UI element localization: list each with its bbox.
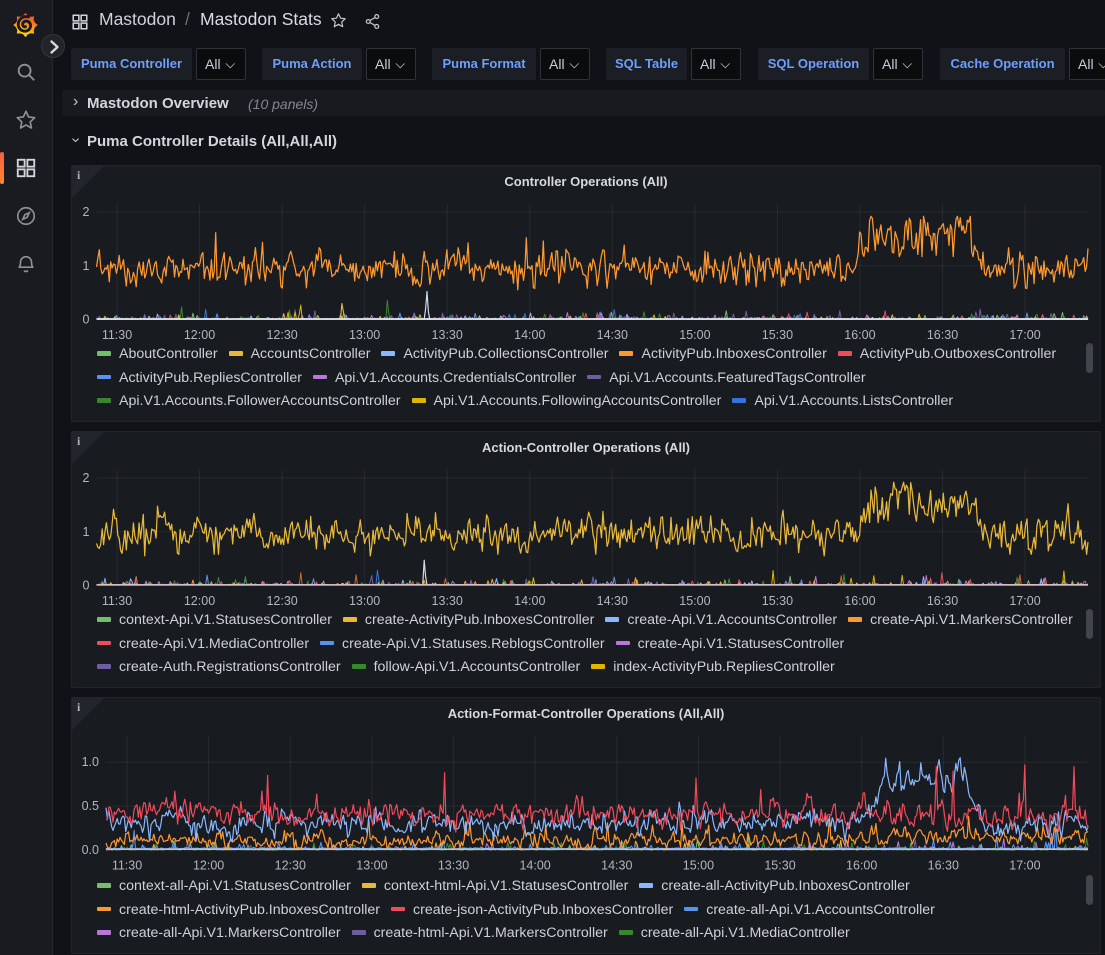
svg-text:0.5: 0.5 (82, 799, 99, 813)
svg-text:17:00: 17:00 (1009, 594, 1040, 608)
svg-text:2: 2 (83, 205, 90, 219)
svg-text:16:30: 16:30 (927, 594, 958, 608)
svg-text:14:30: 14:30 (597, 594, 628, 608)
svg-text:12:00: 12:00 (184, 328, 215, 342)
svg-text:14:00: 14:00 (519, 859, 550, 873)
svg-text:14:00: 14:00 (514, 328, 545, 342)
svg-text:15:30: 15:30 (762, 328, 793, 342)
svg-text:0: 0 (83, 313, 90, 327)
svg-text:17:00: 17:00 (1009, 859, 1040, 873)
svg-text:12:30: 12:30 (266, 594, 297, 608)
svg-text:13:30: 13:30 (438, 859, 469, 873)
svg-text:15:00: 15:00 (683, 859, 714, 873)
svg-text:2: 2 (83, 471, 90, 485)
svg-text:0.0: 0.0 (82, 843, 99, 857)
svg-text:11:30: 11:30 (112, 859, 142, 873)
svg-text:15:30: 15:30 (762, 594, 793, 608)
svg-text:11:30: 11:30 (102, 328, 132, 342)
svg-text:13:30: 13:30 (432, 328, 463, 342)
svg-text:15:30: 15:30 (764, 859, 795, 873)
svg-text:12:00: 12:00 (193, 859, 224, 873)
svg-text:15:00: 15:00 (679, 594, 710, 608)
svg-text:11:30: 11:30 (102, 594, 132, 608)
svg-text:14:30: 14:30 (601, 859, 632, 873)
svg-text:16:00: 16:00 (844, 328, 875, 342)
svg-text:14:30: 14:30 (597, 328, 628, 342)
svg-text:13:30: 13:30 (432, 594, 463, 608)
svg-text:16:30: 16:30 (927, 328, 958, 342)
svg-text:17:00: 17:00 (1009, 328, 1040, 342)
svg-text:16:30: 16:30 (928, 859, 959, 873)
svg-text:1.0: 1.0 (82, 755, 99, 769)
svg-text:15:00: 15:00 (679, 328, 710, 342)
svg-text:12:30: 12:30 (266, 328, 297, 342)
svg-text:14:00: 14:00 (514, 594, 545, 608)
svg-text:13:00: 13:00 (349, 594, 380, 608)
svg-text:1: 1 (83, 259, 90, 273)
svg-text:16:00: 16:00 (846, 859, 877, 873)
svg-text:12:30: 12:30 (275, 859, 306, 873)
svg-text:13:00: 13:00 (356, 859, 387, 873)
svg-text:12:00: 12:00 (184, 594, 215, 608)
svg-text:16:00: 16:00 (844, 594, 875, 608)
svg-text:1: 1 (83, 525, 90, 539)
svg-text:13:00: 13:00 (349, 328, 380, 342)
svg-text:0: 0 (83, 579, 90, 593)
